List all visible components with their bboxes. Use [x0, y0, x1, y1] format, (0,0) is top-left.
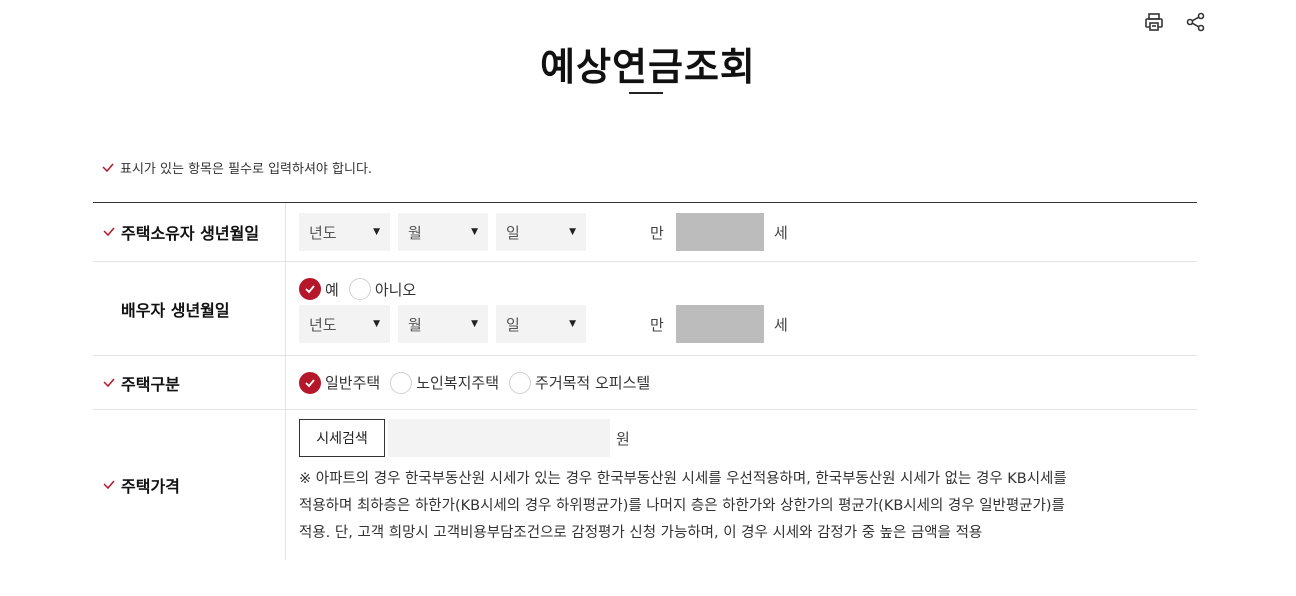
house-price-header: 주택가격	[93, 410, 286, 560]
house-type-label: 주택구분	[121, 374, 180, 394]
owner-month-select[interactable]: 월 ▼	[398, 213, 488, 251]
spouse-day-select[interactable]: 일 ▼	[496, 305, 586, 343]
owner-birth-cell: 년도 ▼ 월 ▼ 일 ▼ 만 세	[286, 203, 1197, 261]
spouse-age-prefix: 만	[650, 315, 664, 334]
spouse-radio-group: 예 아니오	[299, 274, 1197, 304]
house-type-senior-radio[interactable]: 노인복지주택	[390, 371, 500, 394]
check-mark-icon	[103, 227, 115, 237]
spouse-birth-cell: 예 아니오 년도 ▼ 월 ▼ 일 ▼ 만 세	[286, 262, 1197, 355]
caret-down-icon: ▼	[471, 319, 478, 329]
spouse-no-label: 아니오	[374, 280, 417, 299]
title-underline	[629, 92, 663, 94]
required-notice: 표시가 있는 항목은 필수로 입력하셔야 합니다.	[102, 158, 372, 177]
check-mark-icon	[103, 480, 115, 490]
radio-check-icon	[299, 278, 321, 300]
row-spouse-birth: 배우자 생년월일 예 아니오 년도 ▼ 월 ▼ 일 ▼ 만 세	[93, 262, 1197, 356]
price-note-line: 적용. 단, 고객 희망시 고객비용부담조건으로 감정평가 신청 가능하며, 이…	[299, 525, 983, 541]
spouse-year-select[interactable]: 년도 ▼	[299, 305, 390, 343]
owner-age-prefix: 만	[650, 223, 664, 242]
house-type-officetel-label: 주거목적 오피스텔	[535, 374, 651, 392]
house-type-header: 주택구분	[93, 356, 286, 409]
pension-form: 주택소유자 생년월일 년도 ▼ 월 ▼ 일 ▼ 만 세 배우자 생년월일 예 아…	[93, 202, 1197, 560]
house-price-line: 시세검색 원	[299, 419, 1197, 457]
spouse-month-select[interactable]: 월 ▼	[398, 305, 488, 343]
spouse-no-radio[interactable]: 아니오	[348, 278, 417, 300]
spouse-day-value: 일	[506, 315, 520, 334]
price-note-line: ※ 아파트의 경우 한국부동산원 시세가 있는 경우 한국부동산원 시세를 우선…	[299, 471, 1067, 487]
spouse-age-suffix: 세	[774, 315, 788, 334]
row-owner-birth: 주택소유자 생년월일 년도 ▼ 월 ▼ 일 ▼ 만 세	[93, 203, 1197, 262]
price-note-line: 적용하며 최하층은 하한가(KB시세의 경우 하위평균가)를 나머지 층은 하한…	[299, 498, 1065, 514]
caret-down-icon: ▼	[373, 319, 380, 329]
house-type-senior-label: 노인복지주택	[416, 374, 500, 392]
owner-month-value: 월	[408, 223, 422, 242]
owner-birth-header: 주택소유자 생년월일	[93, 203, 286, 261]
check-mark-icon	[103, 378, 115, 387]
price-note: ※ 아파트의 경우 한국부동산원 시세가 있는 경우 한국부동산원 시세를 우선…	[299, 466, 1159, 547]
spouse-date-line: 년도 ▼ 월 ▼ 일 ▼ 만 세	[299, 305, 1197, 343]
caret-down-icon: ▼	[471, 227, 478, 237]
radio-empty-icon	[509, 371, 532, 394]
house-price-input[interactable]	[388, 419, 610, 457]
share-icon[interactable]	[1184, 10, 1208, 34]
owner-age-suffix: 세	[774, 223, 788, 242]
owner-year-value: 년도	[309, 223, 337, 242]
house-type-general-label: 일반주택	[325, 374, 381, 392]
spouse-birth-label: 배우자 생년월일	[121, 300, 230, 320]
spouse-year-value: 년도	[309, 315, 337, 334]
row-house-price: 주택가격 시세검색 원 ※ 아파트의 경우 한국부동산원 시세가 있는 경우 한…	[93, 410, 1197, 560]
spouse-month-value: 월	[408, 315, 422, 334]
print-icon[interactable]	[1142, 10, 1166, 34]
owner-day-value: 일	[506, 223, 520, 242]
spouse-birth-header: 배우자 생년월일	[93, 262, 286, 355]
house-type-general-radio[interactable]: 일반주택	[299, 371, 381, 394]
required-notice-text: 표시가 있는 항목은 필수로 입력하셔야 합니다.	[120, 162, 373, 177]
spouse-age-field	[676, 305, 764, 343]
house-type-cell: 일반주택 노인복지주택 주거목적 오피스텔	[286, 356, 1197, 409]
price-unit: 원	[616, 429, 630, 448]
house-type-officetel-radio[interactable]: 주거목적 오피스텔	[509, 371, 651, 394]
house-price-cell: 시세검색 원 ※ 아파트의 경우 한국부동산원 시세가 있는 경우 한국부동산원…	[286, 410, 1197, 560]
owner-year-select[interactable]: 년도 ▼	[299, 213, 390, 251]
radio-empty-icon	[348, 278, 371, 300]
page-tools	[1142, 10, 1208, 34]
radio-empty-icon	[390, 371, 413, 394]
house-price-label: 주택가격	[121, 477, 180, 496]
owner-age-field	[676, 213, 764, 251]
spouse-yes-label: 예	[325, 280, 339, 299]
caret-down-icon: ▼	[373, 227, 380, 237]
row-house-type: 주택구분 일반주택 노인복지주택 주거목적 오피스텔	[93, 356, 1197, 410]
caret-down-icon: ▼	[569, 319, 576, 329]
spouse-yes-radio[interactable]: 예	[299, 278, 339, 300]
caret-down-icon: ▼	[569, 227, 576, 237]
owner-day-select[interactable]: 일 ▼	[496, 213, 586, 251]
page-title: 예상연금조회	[540, 45, 756, 89]
check-mark-icon	[102, 163, 114, 172]
price-search-button[interactable]: 시세검색	[299, 419, 385, 457]
radio-check-icon	[299, 371, 321, 394]
owner-birth-label: 주택소유자 생년월일	[121, 224, 260, 243]
